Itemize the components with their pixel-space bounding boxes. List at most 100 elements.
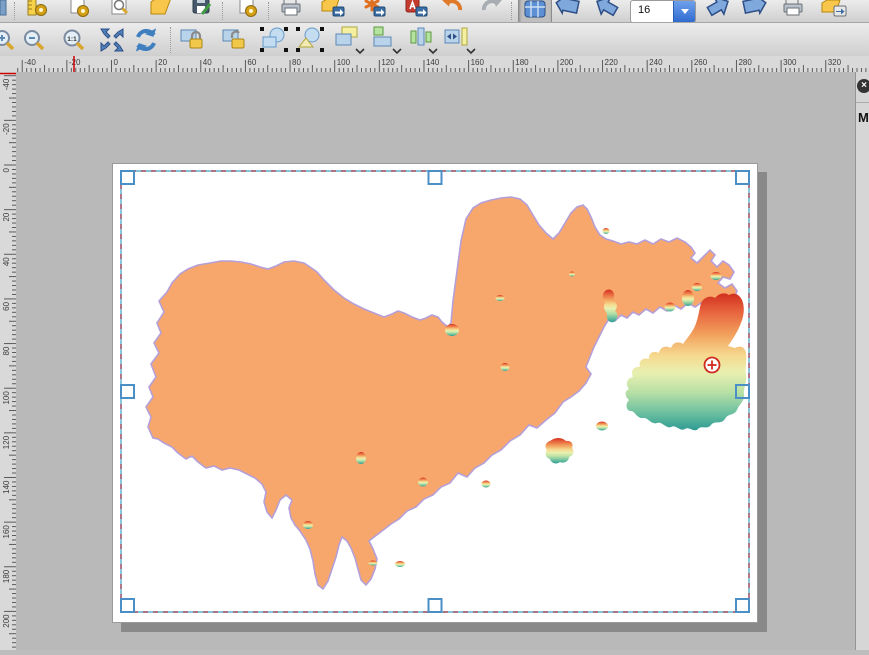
raster-patch <box>682 290 694 306</box>
svg-text:300: 300 <box>783 58 797 67</box>
paper-sheet[interactable] <box>112 163 758 623</box>
atlas-last-button[interactable] <box>737 0 773 20</box>
raster-patch <box>496 295 505 301</box>
svg-text:140: 140 <box>426 58 440 67</box>
zoom-full-button[interactable] <box>96 24 128 56</box>
svg-text:40: 40 <box>203 58 212 67</box>
ruler-corner <box>0 56 17 73</box>
combo-dropdown-button[interactable] <box>673 1 695 22</box>
undo-button[interactable] <box>440 0 466 20</box>
svg-text:1:1: 1:1 <box>67 36 77 43</box>
horizontal-ruler: -40-200204060801001201401601802002202402… <box>16 56 869 73</box>
svg-text:280: 280 <box>738 58 752 67</box>
close-icon[interactable]: × <box>857 79 869 93</box>
save-project-button[interactable] <box>189 0 215 20</box>
svg-text:-40: -40 <box>2 78 11 90</box>
chevron-down-icon <box>681 9 689 14</box>
svg-text:0: 0 <box>114 58 119 67</box>
print-button[interactable] <box>278 0 304 20</box>
select-move-item-button[interactable] <box>258 24 290 56</box>
atlas-prev-button[interactable] <box>590 0 626 20</box>
raster-patch <box>596 422 608 431</box>
lock-items-button[interactable] <box>178 24 210 56</box>
selection-handle[interactable] <box>429 171 442 184</box>
svg-text:120: 120 <box>381 58 395 67</box>
raster-patch <box>603 228 610 234</box>
selection-handle[interactable] <box>121 171 134 184</box>
partial-icon <box>0 0 26 20</box>
selection-handle[interactable] <box>121 599 134 612</box>
svg-text:240: 240 <box>649 58 663 67</box>
right-dock-panel: × M <box>855 72 869 650</box>
svg-text:200: 200 <box>2 614 11 628</box>
svg-text:180: 180 <box>2 569 11 583</box>
atlas-feature-value: 16 <box>631 1 673 22</box>
svg-text:320: 320 <box>828 58 842 67</box>
svg-text:40: 40 <box>2 257 11 266</box>
svg-text:-40: -40 <box>24 58 36 67</box>
raster-patch <box>445 324 459 336</box>
new-composer-button[interactable] <box>24 0 50 20</box>
svg-text:-20: -20 <box>69 58 81 67</box>
resize-items-dropdown[interactable] <box>441 24 479 56</box>
save-as-template-button[interactable] <box>235 0 261 20</box>
dock-title: M <box>858 110 869 125</box>
distribute-items-dropdown[interactable] <box>405 24 441 56</box>
svg-text:120: 120 <box>2 435 11 449</box>
move-item-content-button[interactable] <box>294 24 326 56</box>
raster-patch <box>692 283 702 291</box>
redo-button[interactable] <box>478 0 504 20</box>
raster-patch <box>501 363 510 371</box>
svg-text:260: 260 <box>694 58 708 67</box>
raster-patch <box>711 272 722 280</box>
svg-text:140: 140 <box>2 480 11 494</box>
zoom-out-button[interactable] <box>16 24 48 56</box>
load-template-button[interactable] <box>148 0 174 20</box>
interpolation-raster-region <box>626 293 747 430</box>
refresh-button[interactable] <box>130 24 162 56</box>
raster-patch <box>546 438 574 463</box>
selection-handle[interactable] <box>736 171 749 184</box>
raster-patch <box>665 303 676 312</box>
selection-handle[interactable] <box>121 385 134 398</box>
selection-handle[interactable] <box>736 599 749 612</box>
svg-text:100: 100 <box>2 391 11 405</box>
svg-text:60: 60 <box>247 58 256 67</box>
atlas-preview-toggle[interactable] <box>518 0 552 23</box>
raster-patch <box>418 478 428 487</box>
svg-text:180: 180 <box>515 58 529 67</box>
export-svg-button[interactable] <box>361 0 387 20</box>
raster-patch <box>482 481 491 488</box>
atlas-next-button[interactable] <box>699 0 735 20</box>
svg-text:-20: -20 <box>2 123 11 135</box>
export-image-button[interactable] <box>320 0 346 20</box>
svg-text:80: 80 <box>2 346 11 355</box>
svg-text:100: 100 <box>337 58 351 67</box>
raster-patch <box>303 521 313 529</box>
composer-manager-button[interactable] <box>107 0 133 20</box>
svg-text:160: 160 <box>471 58 485 67</box>
atlas-highlight-marker-icon <box>705 358 720 373</box>
svg-text:0: 0 <box>2 167 11 172</box>
map-item[interactable] <box>113 164 757 622</box>
svg-text:200: 200 <box>560 58 574 67</box>
raster-patch <box>356 452 366 464</box>
vertical-ruler: -40-20020406080100120140160180200 <box>0 72 17 650</box>
export-pdf-button[interactable] <box>403 0 429 20</box>
duplicate-composer-button[interactable] <box>66 0 92 20</box>
zoom-actual-button[interactable]: 1:1 <box>56 24 88 56</box>
dock-divider <box>856 102 869 103</box>
raster-patch <box>395 561 405 567</box>
toolbar-composer: 16 <box>0 0 869 23</box>
atlas-feature-combobox[interactable]: 16 <box>630 0 696 23</box>
raster-patch <box>369 561 378 566</box>
unlock-items-button[interactable] <box>220 24 252 56</box>
composition-canvas[interactable] <box>16 72 855 650</box>
selection-handle[interactable] <box>429 599 442 612</box>
atlas-first-button[interactable] <box>551 0 587 20</box>
print-atlas-button[interactable] <box>778 0 808 20</box>
align-items-dropdown[interactable] <box>369 24 405 56</box>
raise-items-dropdown[interactable] <box>332 24 368 56</box>
export-atlas-button[interactable] <box>817 0 851 20</box>
svg-text:60: 60 <box>2 301 11 310</box>
